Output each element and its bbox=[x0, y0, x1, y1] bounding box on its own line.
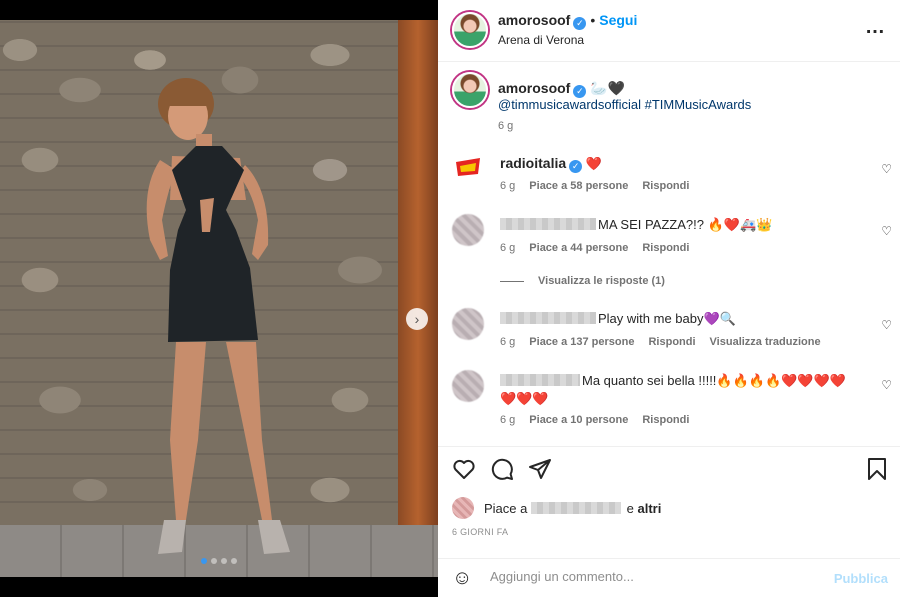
likes-conjunction: e bbox=[626, 500, 634, 516]
post-media: › bbox=[0, 0, 438, 597]
comment-text: MA SEI PAZZA?!? 🔥❤️🚑👑 bbox=[598, 217, 773, 232]
woman-figure bbox=[146, 78, 290, 554]
reply-button[interactable]: Rispondi bbox=[642, 242, 689, 254]
carousel-dot bbox=[221, 558, 227, 564]
next-slide-button[interactable]: › bbox=[406, 308, 428, 330]
comment-time[interactable]: 6 g bbox=[500, 336, 515, 348]
comment-icon[interactable] bbox=[490, 457, 514, 481]
comment-input[interactable] bbox=[490, 569, 810, 584]
comment-avatar[interactable] bbox=[452, 370, 484, 402]
comment-text: Play with me baby💜🔍 bbox=[598, 311, 736, 326]
avatar[interactable] bbox=[452, 12, 488, 48]
blurred-username[interactable] bbox=[500, 312, 596, 324]
verified-badge-icon: ✓ bbox=[569, 160, 583, 173]
view-replies-button[interactable]: Visualizza le risposte (1) bbox=[500, 275, 665, 287]
header-username[interactable]: amorosoof bbox=[498, 12, 570, 28]
comment-time[interactable]: 6 g bbox=[500, 180, 515, 192]
blurred-username[interactable] bbox=[500, 374, 580, 386]
verified-badge-icon: ✓ bbox=[573, 17, 587, 30]
blurred-username[interactable] bbox=[531, 502, 621, 514]
likes-others-link[interactable]: altri bbox=[637, 501, 661, 516]
heart-icon[interactable]: ♡ bbox=[881, 318, 892, 332]
comment-likes[interactable]: Piace a 10 persone bbox=[529, 414, 628, 426]
carousel-dot bbox=[211, 558, 217, 564]
caption-emojis: 🦢🖤 bbox=[590, 80, 626, 96]
reply-button[interactable]: Rispondi bbox=[648, 336, 695, 348]
follow-button[interactable]: Segui bbox=[599, 12, 637, 28]
comment-avatar[interactable] bbox=[452, 308, 484, 340]
post-date[interactable]: 6 GIORNI FA bbox=[452, 527, 508, 537]
post-photo[interactable]: › bbox=[0, 20, 438, 577]
chevron-right-icon: › bbox=[414, 311, 420, 327]
comment-likes[interactable]: Piace a 44 persone bbox=[529, 242, 628, 254]
caption-text[interactable]: @timmusicawardsofficial #TIMMusicAwards bbox=[498, 97, 751, 112]
carousel-dot bbox=[201, 558, 207, 564]
share-icon[interactable] bbox=[528, 457, 552, 481]
comment-username[interactable]: radioitalia bbox=[500, 155, 566, 171]
liker-avatar[interactable] bbox=[452, 497, 474, 519]
location-link[interactable]: Arena di Verona bbox=[498, 33, 584, 47]
reply-button[interactable]: Rispondi bbox=[642, 180, 689, 192]
caption-avatar[interactable] bbox=[452, 72, 488, 108]
comment-likes[interactable]: Piace a 58 persone bbox=[529, 180, 628, 192]
comment-avatar[interactable] bbox=[452, 214, 484, 246]
post-sidebar: amorosoof ✓ • Segui Arena di Verona … amoro… bbox=[438, 0, 900, 597]
comment-likes[interactable]: Piace a 137 persone bbox=[529, 336, 634, 348]
comment-time[interactable]: 6 g bbox=[500, 242, 515, 254]
carousel-dots bbox=[0, 558, 438, 564]
comment-avatar[interactable] bbox=[452, 152, 484, 184]
heart-icon[interactable]: ♡ bbox=[881, 224, 892, 238]
more-options-icon[interactable]: … bbox=[865, 16, 886, 39]
translate-button[interactable]: Visualizza traduzione bbox=[710, 336, 821, 348]
bookmark-icon[interactable] bbox=[866, 457, 888, 481]
carousel-dot bbox=[231, 558, 237, 564]
post-header: amorosoof ✓ • Segui Arena di Verona … bbox=[438, 0, 900, 62]
radioitalia-logo-icon bbox=[456, 158, 480, 176]
comment-time[interactable]: 6 g bbox=[500, 414, 515, 426]
likes-summary: Piace a e altri bbox=[452, 497, 661, 519]
caption-username[interactable]: amorosoof bbox=[498, 80, 570, 96]
blurred-username[interactable] bbox=[500, 218, 596, 230]
emoji-icon[interactable]: ☺ bbox=[452, 567, 472, 590]
heart-icon[interactable] bbox=[452, 457, 476, 481]
comment-text: ❤️ bbox=[585, 156, 602, 171]
separator-dot: • bbox=[590, 12, 596, 28]
reply-button[interactable]: Rispondi bbox=[642, 414, 689, 426]
likes-prefix: Piace a bbox=[484, 500, 528, 516]
publish-button[interactable]: Pubblica bbox=[834, 571, 888, 586]
heart-icon[interactable]: ♡ bbox=[881, 162, 892, 176]
action-bar bbox=[438, 446, 900, 492]
heart-icon[interactable]: ♡ bbox=[881, 378, 892, 392]
caption-time[interactable]: 6 g bbox=[498, 120, 513, 132]
add-comment-bar: ☺ Pubblica bbox=[438, 558, 900, 597]
